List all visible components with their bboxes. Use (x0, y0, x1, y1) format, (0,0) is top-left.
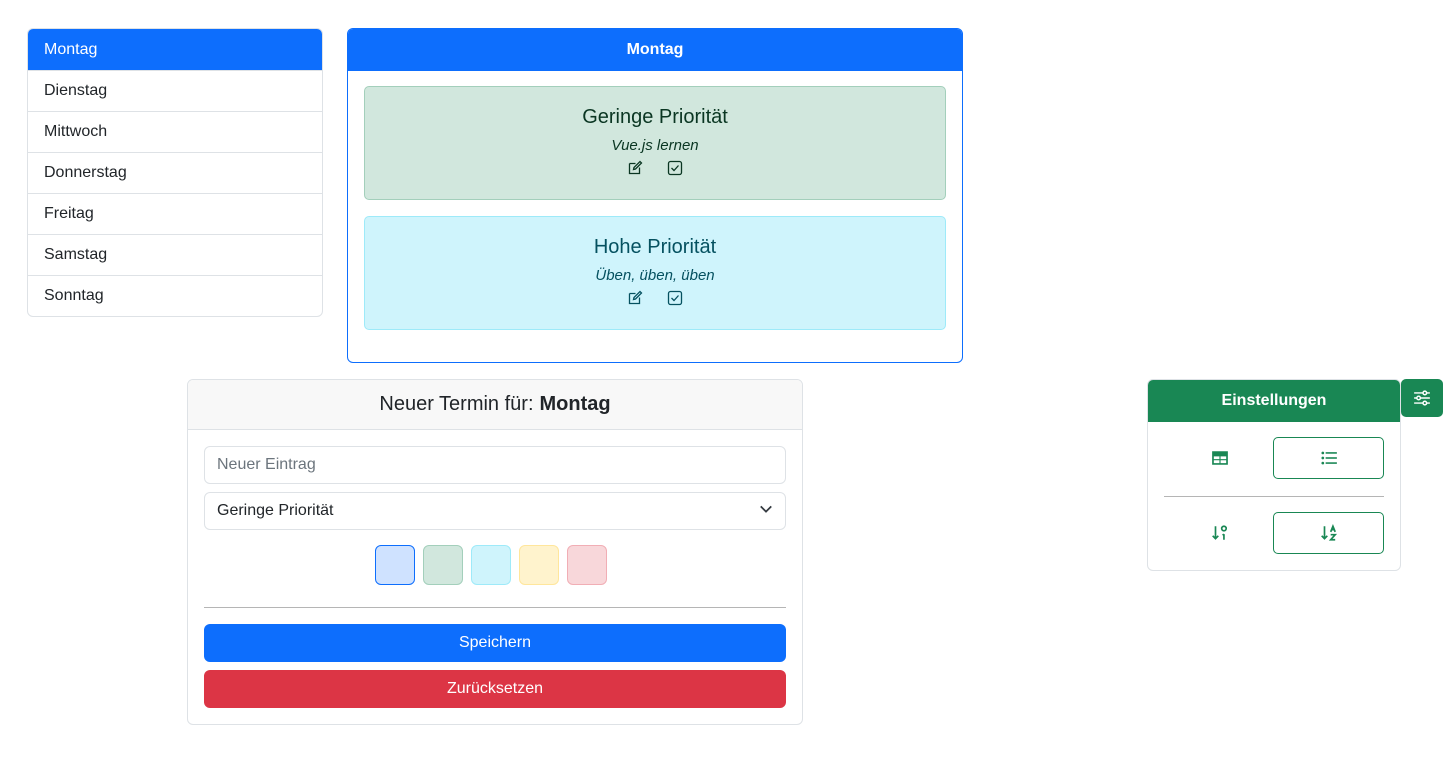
save-button[interactable]: Speichern (204, 624, 786, 662)
check-square-icon[interactable] (666, 289, 684, 307)
color-picker (375, 545, 607, 585)
day-item-sonntag[interactable]: Sonntag (28, 275, 322, 316)
day-item-samstag[interactable]: Samstag (28, 234, 322, 275)
sort-alpha-down-icon (1320, 524, 1337, 541)
day-item-donnerstag[interactable]: Donnerstag (28, 152, 322, 193)
task-priority-title: Hohe Priorität (593, 236, 717, 258)
entry-input[interactable] (204, 446, 786, 484)
chevron-down-icon (759, 502, 773, 521)
settings-title: Einstellungen (1148, 380, 1400, 422)
day-item-dienstag[interactable]: Dienstag (28, 70, 322, 111)
day-card-title: Montag (348, 29, 962, 71)
list-icon (1320, 451, 1337, 465)
form-header-prefix: Neuer Termin für: (379, 393, 534, 415)
day-item-freitag[interactable]: Freitag (28, 193, 322, 234)
form-divider (204, 607, 786, 608)
day-item-montag[interactable]: Montag (28, 29, 322, 70)
sort-numeric-button[interactable] (1164, 512, 1275, 554)
color-swatch-cyan[interactable] (471, 545, 511, 585)
view-table-button[interactable] (1164, 437, 1275, 479)
task-card-low-priority: Geringe Priorität Vue.js lernen (364, 86, 946, 200)
color-swatch-green[interactable] (423, 545, 463, 585)
task-text: Üben, üben, üben (595, 267, 715, 284)
edit-icon[interactable] (626, 159, 644, 177)
color-swatch-blue[interactable] (375, 545, 415, 585)
reset-button[interactable]: Zurücksetzen (204, 670, 786, 708)
new-entry-form: Neuer Termin für: Montag Geringe Priorit… (187, 379, 803, 725)
day-list: Montag Dienstag Mittwoch Donnerstag Frei… (27, 28, 323, 317)
form-header-day: Montag (539, 393, 611, 415)
color-swatch-yellow[interactable] (519, 545, 559, 585)
form-header: Neuer Termin für: Montag (188, 380, 802, 430)
sort-alpha-button[interactable] (1273, 512, 1384, 554)
task-card-high-priority: Hohe Priorität Üben, üben, üben (364, 216, 946, 330)
settings-toggle-button[interactable] (1401, 379, 1443, 417)
priority-select-value: Geringe Priorität (217, 502, 334, 519)
task-priority-title: Geringe Priorität (582, 106, 728, 128)
check-square-icon[interactable] (666, 159, 684, 177)
settings-panel: Einstellungen (1147, 379, 1401, 571)
day-card: Montag Geringe Priorität Vue.js lernen H… (347, 28, 963, 363)
sort-numeric-down-icon (1211, 525, 1227, 540)
day-item-mittwoch[interactable]: Mittwoch (28, 111, 322, 152)
settings-divider (1164, 496, 1384, 497)
table-icon (1211, 451, 1228, 465)
task-text: Vue.js lernen (611, 137, 699, 154)
color-swatch-red[interactable] (567, 545, 607, 585)
sliders-icon (1414, 390, 1430, 406)
priority-select[interactable]: Geringe Priorität (204, 492, 786, 530)
edit-icon[interactable] (626, 289, 644, 307)
view-list-button[interactable] (1273, 437, 1384, 479)
